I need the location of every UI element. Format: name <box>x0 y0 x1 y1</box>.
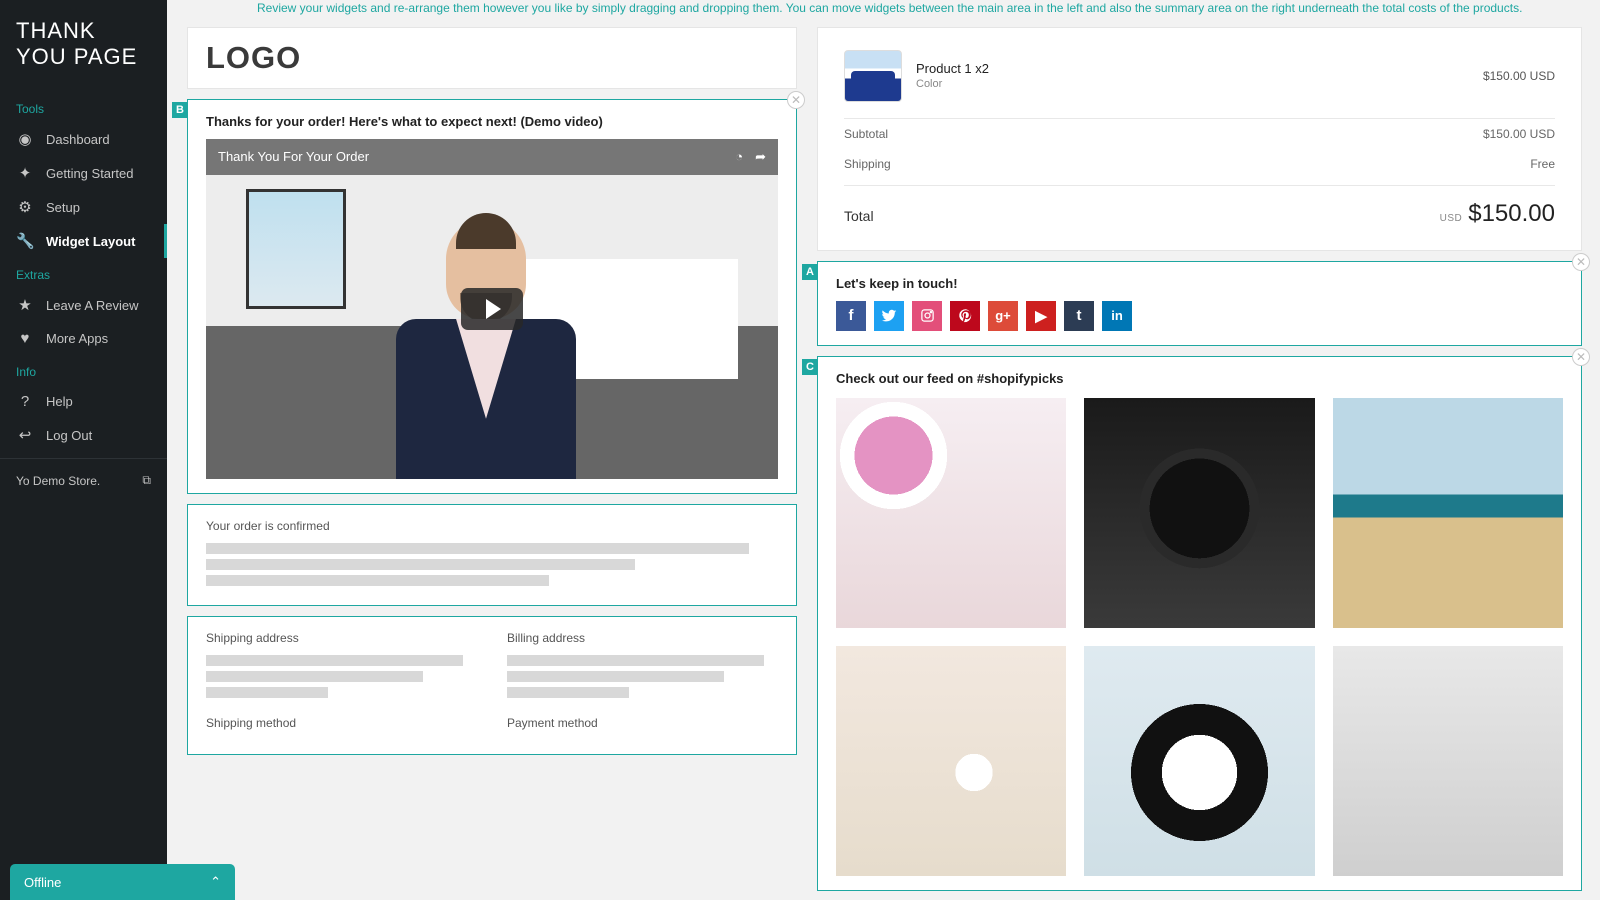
intro-text: Review your widgets and re-arrange them … <box>167 0 1600 27</box>
widget-title: Let's keep in touch! <box>836 276 1563 291</box>
section-extras: Extras <box>0 258 167 288</box>
external-link-icon: ⧉ <box>142 473 151 488</box>
share-icon[interactable]: ➦ <box>755 149 766 165</box>
nav-label: More Apps <box>46 331 108 346</box>
product-name: Product 1 x2 <box>916 61 1469 76</box>
subtotal-label: Subtotal <box>844 127 888 141</box>
logo-placeholder: LOGO <box>187 27 797 89</box>
nav-help[interactable]: ? Help <box>0 385 167 418</box>
feed-tile[interactable] <box>1333 646 1563 876</box>
nav-label: Getting Started <box>46 166 133 181</box>
offline-chat-tab[interactable]: Offline ⌃ <box>10 864 235 900</box>
feed-tile[interactable] <box>1084 398 1314 628</box>
summary-area: Product 1 x2 Color $150.00 USD Subtotal … <box>817 27 1582 892</box>
subtotal-row: Subtotal $150.00 USD <box>844 119 1555 149</box>
store-name: Yo Demo Store. <box>16 474 100 488</box>
widget-feed[interactable]: C ✕ Check out our feed on #shopifypicks <box>817 356 1582 892</box>
widget-title: Thanks for your order! Here's what to ex… <box>206 114 778 129</box>
shipping-method-label: Shipping method <box>206 716 477 730</box>
nav-more-apps[interactable]: ♥ More Apps <box>0 322 167 355</box>
sidebar: THANK YOU PAGE Tools ◉ Dashboard ✦ Getti… <box>0 0 167 900</box>
total-row: Total USD $150.00 <box>844 185 1555 228</box>
widget-close-button[interactable]: ✕ <box>1572 348 1590 366</box>
order-summary: Product 1 x2 Color $150.00 USD Subtotal … <box>817 27 1582 251</box>
gauge-icon: ◉ <box>16 130 34 148</box>
panel-order-confirmed[interactable]: Your order is confirmed <box>187 504 797 606</box>
instagram-feed <box>836 398 1563 877</box>
nav-label: Log Out <box>46 428 92 443</box>
tumblr-icon[interactable]: t <box>1064 301 1094 331</box>
nav-label: Leave A Review <box>46 298 139 313</box>
social-icons: f g+ ▶ t in <box>836 301 1563 331</box>
gear-icon: ⚙ <box>16 198 34 216</box>
shipping-row: Shipping Free <box>844 149 1555 179</box>
nav-setup[interactable]: ⚙ Setup <box>0 190 167 224</box>
pinterest-icon[interactable] <box>950 301 980 331</box>
feed-tile[interactable] <box>836 646 1066 876</box>
nav-getting-started[interactable]: ✦ Getting Started <box>0 156 167 190</box>
widget-tag: A <box>802 264 818 280</box>
shipping-address-label: Shipping address <box>206 631 477 645</box>
widget-title: Check out our feed on #shopifypicks <box>836 371 1563 386</box>
canvas: Review your widgets and re-arrange them … <box>167 0 1600 900</box>
linkedin-icon[interactable]: in <box>1102 301 1132 331</box>
billing-address-label: Billing address <box>507 631 778 645</box>
widget-social[interactable]: A ✕ Let's keep in touch! f g+ ▶ t in <box>817 261 1582 346</box>
nav-dashboard[interactable]: ◉ Dashboard <box>0 122 167 156</box>
product-thumb <box>844 50 902 102</box>
brand-title: THANK YOU PAGE <box>0 0 167 92</box>
video-title: Thank You For Your Order <box>218 149 369 164</box>
product-variant: Color <box>916 78 1469 90</box>
product-row: Product 1 x2 Color $150.00 USD <box>844 50 1555 119</box>
shipping-value: Free <box>1530 157 1555 171</box>
widget-tag: B <box>172 102 188 118</box>
panel-title: Your order is confirmed <box>206 519 778 533</box>
rocket-icon: ✦ <box>16 164 34 182</box>
nav-label: Dashboard <box>46 132 110 147</box>
nav-widget-layout[interactable]: 🔧 Widget Layout <box>0 224 167 258</box>
section-info: Info <box>0 355 167 385</box>
payment-method-label: Payment method <box>507 716 778 730</box>
widget-video[interactable]: B ✕ Thanks for your order! Here's what t… <box>187 99 797 494</box>
googleplus-icon[interactable]: g+ <box>988 301 1018 331</box>
total-value: $150.00 <box>1468 200 1555 227</box>
instagram-icon[interactable] <box>912 301 942 331</box>
twitter-icon[interactable] <box>874 301 904 331</box>
heart-icon: ♥ <box>16 330 34 347</box>
nav-label: Widget Layout <box>46 234 135 249</box>
main-area: LOGO B ✕ Thanks for your order! Here's w… <box>187 27 797 892</box>
widget-close-button[interactable]: ✕ <box>787 91 805 109</box>
feed-tile[interactable] <box>836 398 1066 628</box>
section-tools: Tools <box>0 92 167 122</box>
nav-log-out[interactable]: ↩ Log Out <box>0 418 167 452</box>
star-icon: ★ <box>16 296 34 314</box>
widget-close-button[interactable]: ✕ <box>1572 253 1590 271</box>
nav-label: Help <box>46 394 73 409</box>
undo-icon: ↩ <box>16 426 34 444</box>
youtube-icon[interactable]: ▶ <box>1026 301 1056 331</box>
offline-label: Offline <box>24 875 61 890</box>
watch-later-icon[interactable]: ◔ <box>735 149 743 164</box>
subtotal-value: $150.00 USD <box>1483 127 1555 141</box>
feed-tile[interactable] <box>1333 398 1563 628</box>
product-price: $150.00 USD <box>1483 69 1555 83</box>
feed-tile[interactable] <box>1084 646 1314 876</box>
panel-addresses[interactable]: Shipping address Shipping method Billing… <box>187 616 797 755</box>
wrench-icon: 🔧 <box>16 232 34 250</box>
shipping-label: Shipping <box>844 157 891 171</box>
video-player[interactable]: Thank You For Your Order ◔ ➦ <box>206 139 778 479</box>
facebook-icon[interactable]: f <box>836 301 866 331</box>
nav-leave-review[interactable]: ★ Leave A Review <box>0 288 167 322</box>
widget-tag: C <box>802 359 818 375</box>
store-link[interactable]: Yo Demo Store. ⧉ <box>0 458 167 502</box>
nav-label: Setup <box>46 200 80 215</box>
play-button[interactable] <box>461 288 523 330</box>
video-header: Thank You For Your Order ◔ ➦ <box>206 139 778 175</box>
question-icon: ? <box>16 393 34 410</box>
total-label: Total <box>844 208 874 224</box>
total-currency: USD <box>1440 213 1463 224</box>
chevron-up-icon: ⌃ <box>210 874 221 890</box>
